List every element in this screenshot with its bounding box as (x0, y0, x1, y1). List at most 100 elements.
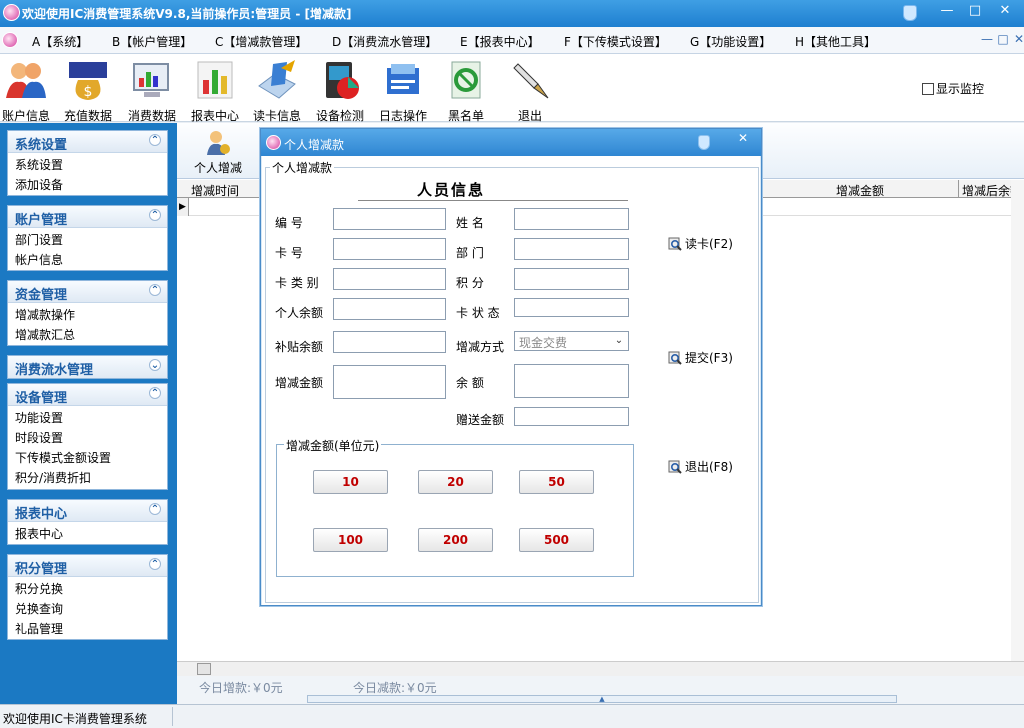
menu-adjust[interactable]: C【增减款管理】 (215, 33, 307, 50)
horizontal-scrollbar[interactable] (177, 661, 1024, 676)
tool-exit[interactable]: 退出 (500, 56, 560, 123)
department-input[interactable] (514, 238, 629, 260)
sidebar-group-header[interactable]: 系统设置 ⌃ (8, 131, 167, 153)
menu-report[interactable]: E【报表中心】 (460, 33, 540, 50)
points-input[interactable] (514, 268, 629, 290)
subsidy-balance-input[interactable] (333, 331, 446, 353)
amount-200-button[interactable]: 200 (418, 528, 493, 552)
close-button[interactable]: ✕ (992, 2, 1018, 22)
collapse-icon[interactable]: ⌃ (149, 134, 161, 146)
menu-download-mode[interactable]: F【下传模式设置】 (564, 33, 667, 50)
sidebar-item-adjust-operation[interactable]: 增减款操作 (8, 303, 167, 323)
card-no-input[interactable] (333, 238, 446, 260)
menu-consume-flow[interactable]: D【消费流水管理】 (332, 33, 437, 50)
sidebar-group-header[interactable]: 资金管理 ⌃ (8, 281, 167, 303)
sidebar-item-points-exchange[interactable]: 积分兑换 (8, 577, 167, 597)
mdi-close-button[interactable]: ✕ (1012, 33, 1024, 47)
sidebar-group-header[interactable]: 消费流水管理 ⌄ (8, 356, 167, 378)
collapse-icon[interactable]: ⌃ (149, 503, 161, 515)
tool-blacklist[interactable]: 黑名单 (436, 56, 496, 123)
personal-adjust-dialog: 个人增减款 ✕ 个人增减款 人员信息 编 号 卡 号 卡 类 别 个人余额 补贴… (260, 128, 762, 606)
exit-button[interactable]: 退出(F8) (668, 458, 733, 475)
vertical-scrollbar[interactable] (1011, 180, 1024, 661)
card-type-input[interactable] (333, 268, 446, 290)
amount-20-button[interactable]: 20 (418, 470, 493, 494)
sidebar-item-download-amount[interactable]: 下传模式金额设置 (8, 446, 167, 466)
amount-50-button[interactable]: 50 (519, 470, 594, 494)
submit-button[interactable]: 提交(F3) (668, 349, 733, 366)
name-input[interactable] (514, 208, 629, 230)
tool-read-card[interactable]: 读卡信息 (247, 56, 307, 123)
collapse-icon[interactable]: ⌃ (149, 284, 161, 296)
collapse-icon[interactable]: ⌃ (149, 387, 161, 399)
sidebar-group-header[interactable]: 积分管理 ⌃ (8, 555, 167, 577)
maximize-button[interactable]: □ (962, 2, 988, 22)
label-card-type: 卡 类 别 (275, 276, 319, 290)
checkbox-box[interactable] (922, 83, 934, 95)
sidebar-group-header[interactable]: 账户管理 ⌃ (8, 206, 167, 228)
menu-account[interactable]: B【帐户管理】 (112, 33, 192, 50)
dialog-titlebar[interactable]: 个人增减款 ✕ (261, 129, 761, 156)
sidebar-item-add-device[interactable]: 添加设备 (8, 173, 167, 193)
sidebar-item-system-settings[interactable]: 系统设置 (8, 153, 167, 173)
sidebar-item-exchange-query[interactable]: 兑换查询 (8, 597, 167, 617)
tool-recharge-data[interactable]: $ 充值数据 (58, 56, 118, 123)
expand-icon[interactable]: ⌄ (149, 359, 161, 371)
sidebar-item-points-discount[interactable]: 积分/消费折扣 (8, 466, 167, 486)
read-card-button[interactable]: 读卡(F2) (668, 235, 733, 252)
column-adjust-amount[interactable]: 增减金额 (833, 180, 959, 198)
sidebar-item-gift-management[interactable]: 礼品管理 (8, 617, 167, 637)
sidebar-group-account: 账户管理 ⌃ 部门设置 帐户信息 (7, 205, 168, 271)
tool-consume-data[interactable]: 消费数据 (122, 56, 182, 123)
minimize-button[interactable]: — (934, 2, 960, 22)
sidebar-item-account-info[interactable]: 帐户信息 (8, 248, 167, 268)
tool-report-center[interactable]: 报表中心 (185, 56, 245, 123)
personal-adjust-button[interactable]: 个人增减 (187, 129, 249, 176)
tool-device-check[interactable]: 设备检测 (310, 56, 370, 123)
tool-label: 设备检测 (315, 109, 364, 123)
device-check-icon (326, 62, 359, 99)
dialog-pin-icon[interactable] (698, 135, 710, 150)
users-icon (6, 63, 46, 98)
tool-log-operation[interactable]: 日志操作 (373, 56, 433, 123)
menu-function[interactable]: G【功能设置】 (690, 33, 771, 50)
today-add-amount: 今日增款:￥0元 (199, 681, 283, 695)
balance-input[interactable] (514, 364, 629, 398)
amount-group-legend: 增减金额(单位元) (284, 437, 382, 454)
mdi-restore-button[interactable]: □ (996, 33, 1010, 47)
splitter-handle[interactable]: ▲ (307, 695, 897, 703)
mdi-minimize-button[interactable]: — (980, 33, 994, 47)
tool-label: 读卡信息 (252, 109, 301, 123)
menu-app-icon[interactable] (2, 32, 18, 48)
bonus-amount-input[interactable] (514, 407, 629, 426)
sidebar-group-header[interactable]: 设备管理 ⌃ (8, 384, 167, 406)
scroll-thumb[interactable] (197, 663, 211, 675)
sidebar-item-adjust-summary[interactable]: 增减款汇总 (8, 323, 167, 343)
collapse-icon[interactable]: ⌃ (149, 209, 161, 221)
sidebar-item-time-settings[interactable]: 时段设置 (8, 426, 167, 446)
personal-balance-input[interactable] (333, 298, 446, 320)
sidebar-item-report-center[interactable]: 报表中心 (8, 522, 167, 542)
label-name: 姓 名 (456, 216, 484, 230)
sidebar-item-function-settings[interactable]: 功能设置 (8, 406, 167, 426)
sidebar-group-header[interactable]: 报表中心 ⌃ (8, 500, 167, 522)
menu-tools[interactable]: H【其他工具】 (795, 33, 876, 50)
exit-label: 退出(F8) (685, 460, 733, 474)
label-personal-balance: 个人余额 (275, 306, 324, 320)
tool-account-info[interactable]: 账户信息 (0, 56, 56, 123)
pin-icon[interactable] (903, 5, 917, 21)
sidebar-item-department[interactable]: 部门设置 (8, 228, 167, 248)
number-input[interactable] (333, 208, 446, 230)
chevron-down-icon[interactable]: ⌄ (612, 334, 626, 348)
collapse-icon[interactable]: ⌃ (149, 558, 161, 570)
amount-500-button[interactable]: 500 (519, 528, 594, 552)
amount-100-button[interactable]: 100 (313, 528, 388, 552)
amount-10-button[interactable]: 10 (313, 470, 388, 494)
dialog-close-button[interactable]: ✕ (733, 131, 753, 147)
adjust-method-select[interactable]: 现金交费 ⌄ (514, 331, 629, 351)
label-points: 积 分 (456, 276, 484, 290)
adjust-amount-input[interactable] (333, 365, 446, 399)
show-monitor-checkbox[interactable]: 显示监控 (922, 80, 984, 97)
card-status-input[interactable] (514, 298, 629, 317)
menu-system[interactable]: A【系统】 (32, 33, 88, 50)
